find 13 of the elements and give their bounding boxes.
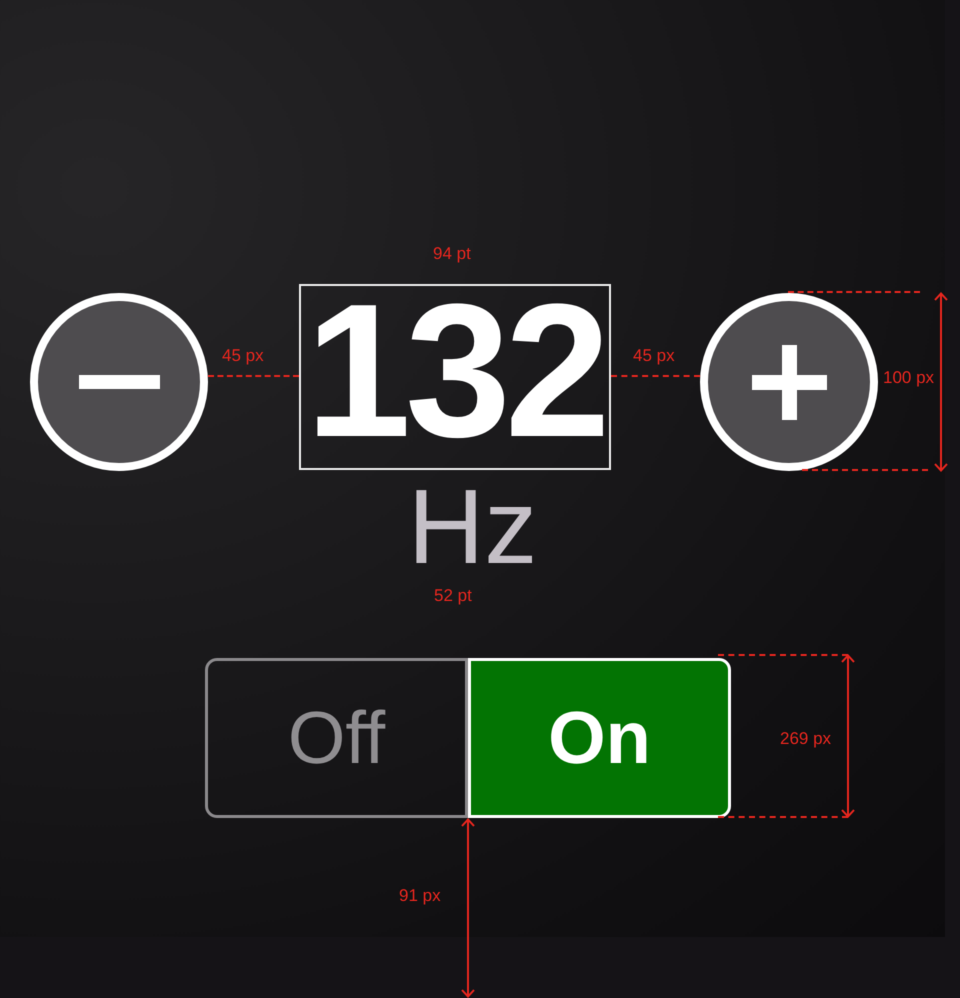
- plus-icon: [752, 344, 826, 420]
- dimension-label: 100 px: [883, 369, 934, 386]
- dimension-label: 52 pt: [434, 587, 472, 604]
- dimension-label: 94 pt: [433, 245, 471, 262]
- minus-icon: [78, 375, 160, 389]
- dimension-label: 269 px: [780, 730, 832, 747]
- unit-label: Hz: [408, 474, 538, 580]
- dimension-label: 45 px: [222, 347, 264, 364]
- toggle-segment[interactable]: On: [468, 658, 731, 818]
- toggle-segment[interactable]: Off: [205, 658, 468, 818]
- dimension-label: 45 px: [633, 347, 675, 364]
- value-display: 132: [299, 284, 611, 470]
- dimension-label: 91 px: [399, 887, 441, 904]
